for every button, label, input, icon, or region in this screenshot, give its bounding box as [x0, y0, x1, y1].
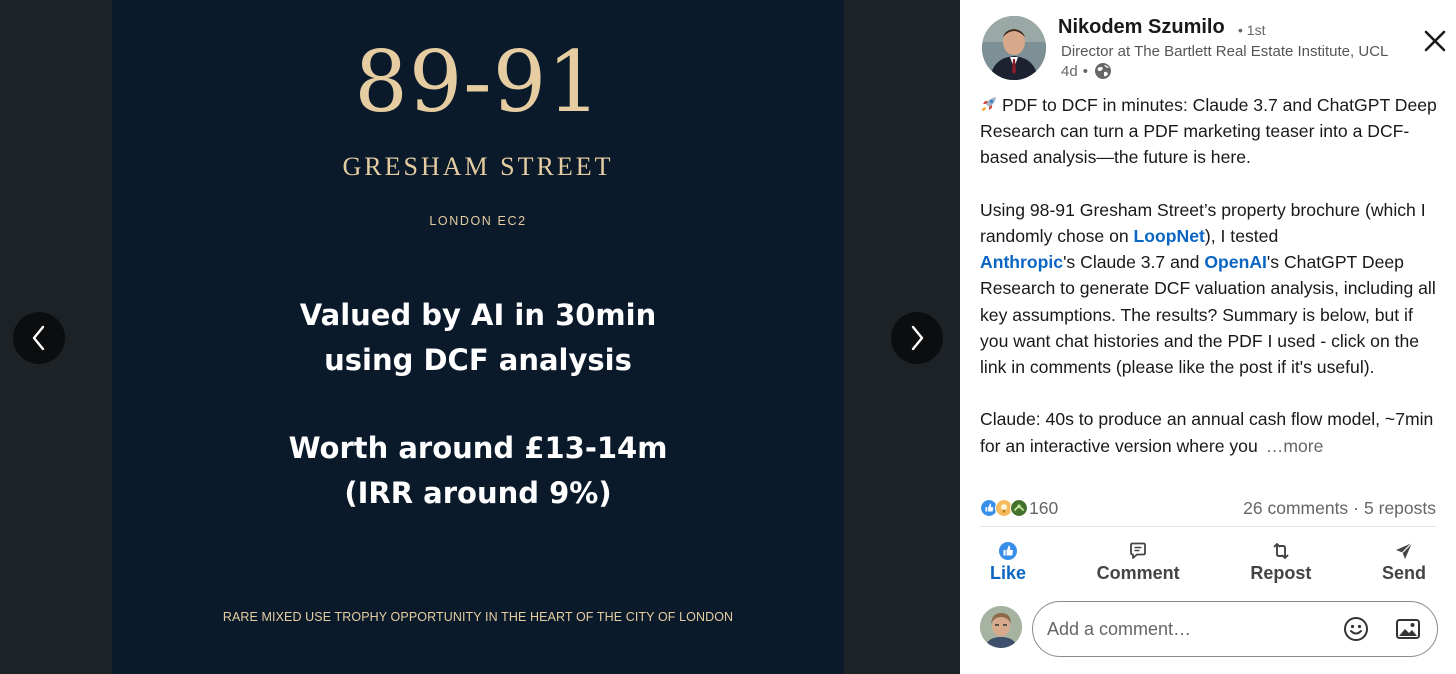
comment-button[interactable]: Comment: [1087, 534, 1190, 590]
post-text: PDF to DCF in minutes: Claude 3.7 and Ch…: [980, 92, 1445, 459]
slide-valuation: Worth around £13-14m (IRR around 9%): [112, 426, 844, 516]
send-label: Send: [1381, 562, 1426, 583]
send-button[interactable]: Send: [1372, 534, 1436, 590]
post-meta-separator: •: [1082, 62, 1088, 80]
slide-address-number: 89-91: [354, 33, 602, 131]
post-paragraph-2-part-c: 's Claude 3.7 and: [1063, 252, 1205, 273]
current-user-photo: [980, 606, 1022, 648]
chevron-left-icon: [32, 325, 45, 351]
post-meta: 4d •: [1061, 62, 1112, 80]
connection-degree: • 1st: [1238, 22, 1266, 38]
counts-separator: ·: [1353, 497, 1360, 518]
post-paragraph-3: Claude: 40s to produce an annual cash fl…: [980, 406, 1445, 458]
post-paragraph-1-text: PDF to DCF in minutes: Claude 3.7 and Ch…: [980, 95, 1437, 168]
media-viewer: 89-91 GRESHAM STREET LONDON EC2 Valued b…: [0, 0, 960, 674]
reposts-count[interactable]: 5 reposts: [1364, 498, 1436, 519]
post-paragraph-2-part-b: ), I tested: [1204, 226, 1279, 246]
social-counts: 160 26 comments · 5 reposts: [980, 494, 1436, 522]
mention-openai[interactable]: OpenAI: [1204, 252, 1267, 272]
repost-label: Repost: [1250, 562, 1312, 583]
slide-headline-line-1: Valued by AI in 30min: [299, 298, 657, 332]
author-headline: Director at The Bartlett Real Estate Ins…: [1061, 43, 1389, 60]
next-slide-button[interactable]: [891, 312, 943, 364]
post-header: Nikodem Szumilo • 1st Director at The Ba…: [960, 0, 1456, 90]
like-button[interactable]: Like: [980, 534, 1036, 590]
repost-icon: [1273, 542, 1289, 559]
post-paragraph-3-text: Claude: 40s to produce an annual cash fl…: [980, 409, 1434, 456]
comment-composer: [1032, 601, 1438, 657]
reactions-count: 160: [1029, 497, 1059, 518]
see-more-link[interactable]: …more: [1266, 436, 1324, 456]
image-icon: [1396, 619, 1420, 639]
support-reaction-icon: [1010, 499, 1028, 517]
previous-slide-button[interactable]: [13, 312, 65, 364]
like-icon: [999, 541, 1018, 560]
slide-headline-line-2: using DCF analysis: [324, 343, 632, 377]
post-image-slide[interactable]: 89-91 GRESHAM STREET LONDON EC2 Valued b…: [112, 0, 844, 674]
emoji-button[interactable]: [1341, 614, 1371, 644]
slide-footer-tagline: RARE MIXED USE TROPHY OPPORTUNITY IN THE…: [222, 610, 734, 624]
reactions-summary[interactable]: 160: [980, 498, 1058, 519]
mention-loopnet[interactable]: LoopNet: [1134, 226, 1205, 246]
divider: [980, 526, 1436, 527]
globe-icon: [1094, 63, 1111, 79]
post-actions-bar: Like Comment Repost Send: [980, 534, 1436, 590]
author-avatar[interactable]: [982, 16, 1046, 80]
comment-label: Comment: [1096, 562, 1180, 583]
rocket-icon: [982, 97, 996, 111]
engagement-counts: 26 comments · 5 reposts: [1243, 498, 1436, 519]
repost-button[interactable]: Repost: [1240, 534, 1321, 590]
post-age: 4d: [1061, 62, 1078, 80]
slide-street-name: GRESHAM STREET: [342, 152, 614, 181]
comment-icon: [1130, 542, 1147, 559]
close-icon: [1424, 30, 1446, 52]
add-image-button[interactable]: [1393, 614, 1423, 644]
send-icon: [1395, 542, 1413, 559]
post-paragraph-2: Using 98-91 Gresham Street’s property br…: [980, 197, 1445, 380]
comment-input[interactable]: [1047, 618, 1319, 640]
close-button[interactable]: [1422, 28, 1448, 54]
post-detail-panel: Nikodem Szumilo • 1st Director at The Ba…: [960, 0, 1456, 674]
post-paragraph-1: PDF to DCF in minutes: Claude 3.7 and Ch…: [980, 92, 1445, 171]
chevron-right-icon: [911, 325, 924, 351]
like-label: Like: [990, 562, 1027, 583]
author-photo: [982, 16, 1046, 80]
emoji-icon: [1344, 617, 1368, 641]
slide-city: LONDON EC2: [429, 214, 527, 228]
author-name[interactable]: Nikodem Szumilo: [1058, 16, 1225, 39]
current-user-avatar[interactable]: [980, 606, 1022, 648]
slide-headline: Valued by AI in 30min using DCF analysis: [112, 293, 844, 383]
mention-anthropic[interactable]: Anthropic: [980, 252, 1063, 272]
slide-valuation-line-2: (IRR around 9%): [344, 476, 612, 510]
slide-valuation-line-1: Worth around £13-14m: [288, 431, 668, 465]
comments-count[interactable]: 26 comments: [1243, 498, 1348, 519]
reaction-icons: [980, 499, 1028, 517]
